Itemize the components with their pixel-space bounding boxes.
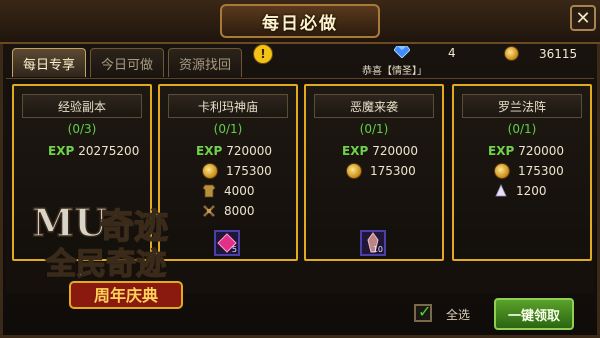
card-title: 卡利玛神庙 [168,94,288,118]
reward-row: 175300 [306,162,442,180]
card-progress: (0/3) [67,122,97,136]
select-all-label: 全选 [446,308,471,322]
card-title: 恶魔来袭 [314,94,434,118]
close-button[interactable]: ✕ [570,5,596,31]
item-count: 10 [372,245,383,254]
exp-reward: EXP 720000 [306,142,442,160]
gold-count: 36115 [539,46,578,61]
exp-icon: EXP [342,144,369,158]
tab-daily-exclusive[interactable]: 每日专享 [12,48,87,77]
select-all-checkbox[interactable]: ✓ [414,302,432,322]
reward-value: 8000 [224,204,255,218]
svg-text:全民奇迹: 全民奇迹 [45,247,166,282]
reward-row: 1200 [454,182,590,200]
exp-reward: EXP 720000 [454,142,590,160]
svg-text:奇迹: 奇迹 [100,207,168,247]
diamond-icon [394,46,410,58]
one-click-claim-button[interactable]: 一键领取 [494,298,574,330]
item-count: 5 [231,245,237,254]
gold-coin-icon [202,163,218,179]
congrats-ticker: 恭喜【情圣】」 [362,66,427,77]
card-progress: (0/1) [359,122,389,136]
svg-text:周年庆典: 周年庆典 [94,286,158,305]
card-progress: (0/1) [507,122,537,136]
exp-icon: EXP [48,144,75,158]
card-progress: (0/1) [213,122,243,136]
tab-bar: 每日专享 今日可做 资源找回 [12,48,243,78]
gold-display: 36115 [504,46,577,61]
exp-icon: EXP [196,144,223,158]
item-slot[interactable]: 10 [360,230,386,256]
reward-value: 175300 [370,164,416,178]
crystal-icon [495,184,507,197]
exp-icon: EXP [488,144,515,158]
activity-card-demon-raid[interactable]: 恶魔来袭 (0/1) EXP 720000 175300 10 [304,84,444,261]
reward-value: 4000 [224,184,255,198]
reward-value: 175300 [226,164,272,178]
game-logo: MU 奇迹 全民奇迹 周年庆典 [31,200,183,309]
card-title: 罗兰法阵 [462,94,582,118]
exp-reward: EXP 720000 [160,142,296,160]
activity-card-roland-array[interactable]: 罗兰法阵 (0/1) EXP 720000 175300 1200 [452,84,592,261]
exp-value: 720000 [226,144,273,158]
tab-resource-recovery[interactable]: 资源找回 [168,48,243,77]
tab-today-available[interactable]: 今日可做 [90,48,165,77]
reward-row: 4000 [160,182,296,200]
gold-coin-icon [346,163,362,179]
page-title: 每日必做 [262,13,338,34]
exp-value: 20275200 [78,144,140,158]
gem-count: 4 [448,46,456,60]
card-title: 经验副本 [22,94,142,118]
armor-icon [202,184,216,198]
check-icon: ✓ [418,302,432,321]
gold-coin-icon [494,163,510,179]
exp-value: 720000 [518,144,565,158]
reward-row: 175300 [160,162,296,180]
svg-text:MU: MU [32,200,107,245]
alert-icon: ! [253,44,273,64]
title-plate: 每日必做 [220,4,380,38]
reward-row: 175300 [454,162,590,180]
exp-value: 720000 [372,144,419,158]
exp-reward: EXP 20275200 [14,142,150,160]
reward-value: 1200 [516,184,547,198]
reward-value: 175300 [518,164,564,178]
title-bar: 每日必做 ✕ [0,0,600,44]
gold-coin-icon [504,46,519,61]
